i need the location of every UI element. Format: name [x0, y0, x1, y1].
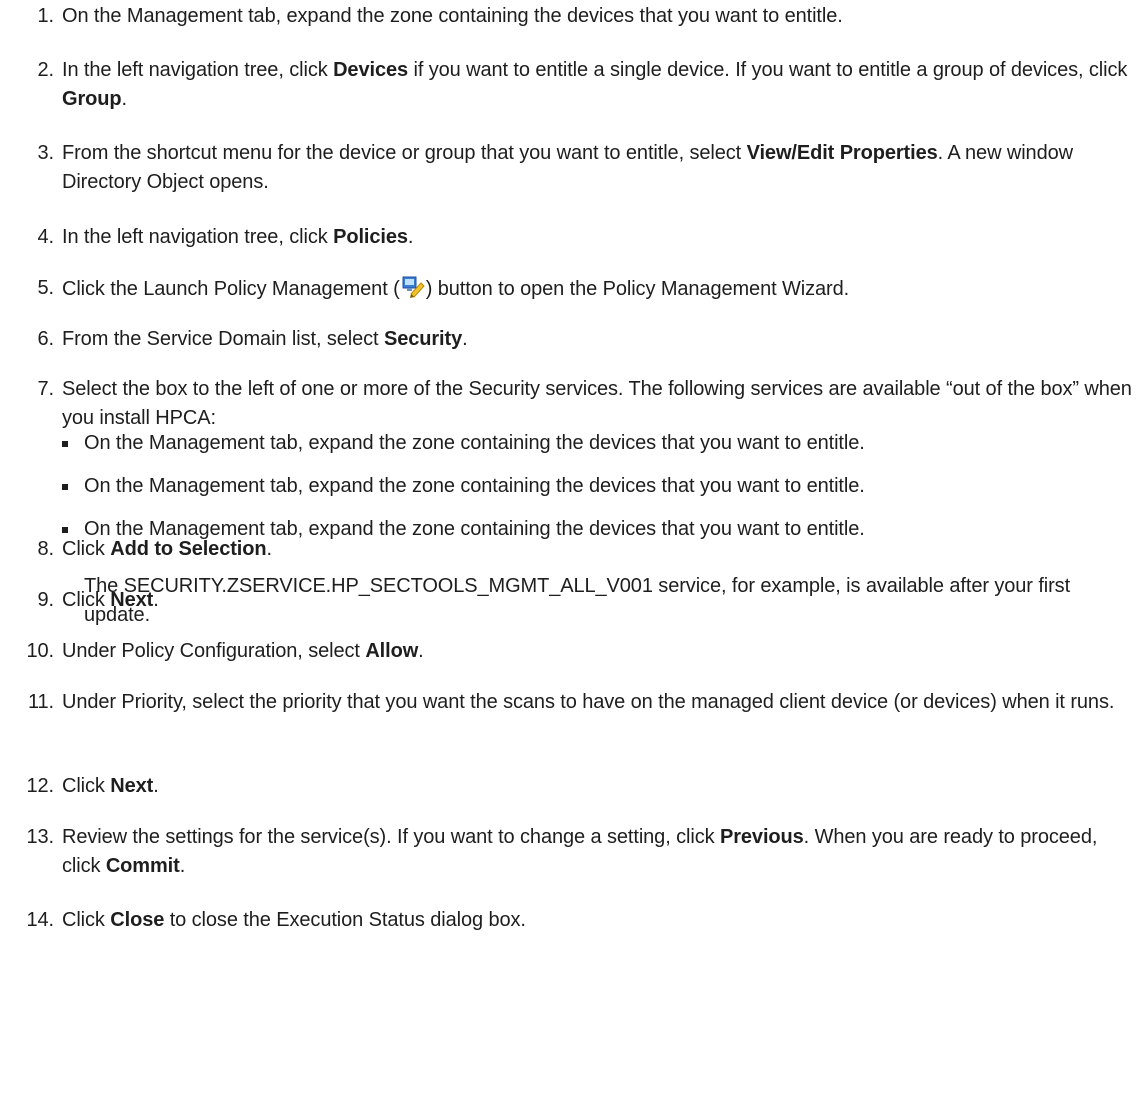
bullet-text: On the Management tab, expand the zone c… [84, 432, 865, 454]
step-text-run: . [121, 88, 128, 110]
step-text-run: to close the Execution Status dialog box… [164, 909, 526, 931]
step-text: On the Management tab, expand the zone c… [62, 2, 1141, 31]
step-text-run: From the shortcut menu for the device or… [62, 142, 747, 164]
step-text-run: In the left navigation tree, click [62, 226, 334, 248]
ui-term: Security [383, 328, 463, 350]
step-text-run: . [407, 226, 414, 248]
step-text: From the Service Domain list, select Sec… [62, 325, 1141, 354]
step-text: In the left navigation tree, click Devic… [62, 56, 1141, 114]
step-text: Click Close to close the Execution Statu… [62, 906, 1141, 935]
step-text-run: From the Service Domain list, select [62, 328, 384, 350]
step-text-run: . [179, 855, 186, 877]
ui-term: Close [110, 909, 165, 931]
bullet-marker-icon [62, 527, 68, 533]
step-number: 7. [37, 378, 55, 400]
step-number: 9. [37, 589, 55, 611]
step-text: Click Next. [62, 772, 1141, 801]
ui-term: Next [110, 775, 154, 797]
step-number: 14. [26, 909, 54, 931]
step-text: Review the settings for the service(s). … [62, 823, 1141, 881]
step-text: Click the Launch Policy Management ( ) bu… [62, 274, 1141, 304]
step-number: 11. [27, 691, 54, 713]
step-text-run: if you want to entitle a single device. … [408, 59, 1128, 81]
step-text-run: In the left navigation tree, click [62, 59, 334, 81]
step-number: 12. [26, 775, 54, 797]
step-text-run: Under Priority, select the priority that… [62, 691, 1115, 713]
step-text-run: Under Policy Configuration, select [62, 640, 366, 662]
step-number: 13. [26, 826, 54, 848]
ui-term: Previous [719, 826, 804, 848]
ui-term: Policies [333, 226, 408, 248]
step-text: Under Priority, select the priority that… [62, 688, 1141, 717]
ui-term: Group [62, 88, 122, 110]
step-text-run: . [462, 328, 468, 350]
step-text: Under Policy Configuration, select Allow… [62, 637, 1141, 666]
step-text-run: . [418, 640, 424, 662]
step-number: 8. [37, 538, 55, 560]
step-text-run: Review the settings for the service(s). … [62, 826, 720, 848]
step-number: 2. [37, 59, 55, 81]
step-7-note: The SECURITY.ZSERVICE.HP_SECTOOLS_MGMT_A… [84, 575, 1071, 626]
bullet-text: On the Management tab, expand the zone c… [84, 518, 865, 540]
ui-term: Commit [105, 855, 180, 877]
step-text: From the shortcut menu for the device or… [62, 139, 1141, 197]
ui-term: Devices [333, 59, 409, 81]
step-text-run: Click the Launch Policy Management ( [62, 278, 400, 300]
step-text: In the left navigation tree, click Polic… [62, 223, 1141, 252]
bullet-text: On the Management tab, expand the zone c… [84, 475, 865, 497]
step-text-run: On the Management tab, expand the zone c… [62, 5, 843, 27]
step-text-run: Click [62, 909, 111, 931]
step-number: 10. [26, 640, 54, 662]
step-text: Select the box to the left of one or mor… [62, 375, 1141, 433]
step-text-run: . [153, 775, 159, 797]
ui-term: View/Edit Properties [746, 142, 938, 164]
bullet-marker-icon [62, 484, 68, 490]
bullet-marker-icon [62, 441, 68, 447]
launch-policy-icon [401, 274, 425, 298]
step-text-run: ) button to open the Policy Management W… [425, 278, 850, 300]
step-number: 4. [37, 226, 55, 248]
step-text-run: Select the box to the left of one or mor… [62, 378, 1132, 429]
step-number: 6. [37, 328, 55, 350]
step-number: 5. [37, 277, 55, 299]
step-number: 1. [37, 5, 55, 27]
step-text-run: Click [62, 775, 111, 797]
ui-term: Allow [365, 640, 419, 662]
step-number: 3. [37, 142, 55, 164]
